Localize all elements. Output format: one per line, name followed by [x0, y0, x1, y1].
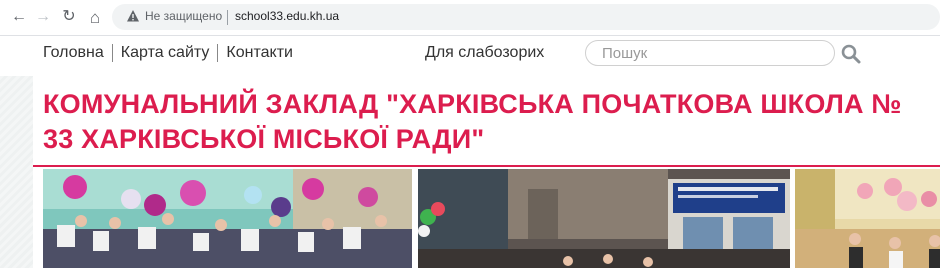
- security-status[interactable]: Не защищено: [145, 9, 222, 23]
- low-vision-link[interactable]: Для слабозорих: [425, 44, 544, 62]
- top-navigation: Головна Карта сайту Контакти: [43, 44, 301, 62]
- search-icon[interactable]: [840, 43, 862, 65]
- url-text[interactable]: school33.edu.kh.ua: [235, 9, 339, 23]
- title-divider: [33, 165, 940, 167]
- reload-button[interactable]: ↻: [58, 6, 80, 28]
- home-icon: ⌂: [89, 7, 101, 27]
- nav-link-contacts[interactable]: Контакти: [217, 44, 301, 62]
- balloon-hall-photo[interactable]: [795, 169, 940, 268]
- back-button[interactable]: ←: [8, 6, 30, 28]
- site-header: Головна Карта сайту Контакти Для слабозо…: [0, 36, 940, 76]
- back-arrow-icon: ←: [11, 8, 27, 25]
- forward-button[interactable]: →: [32, 6, 54, 28]
- address-bar[interactable]: Не защищено school33.edu.kh.ua: [112, 4, 940, 30]
- site-title: КОМУНАЛЬНИЙ ЗАКЛАД "ХАРКІВСЬКА ПОЧАТКОВА…: [43, 89, 902, 154]
- url-separator: [227, 10, 228, 25]
- nav-link-sitemap[interactable]: Карта сайту: [111, 44, 218, 62]
- nav-link-home[interactable]: Головна: [43, 44, 112, 62]
- school-entrance-photo[interactable]: [418, 169, 790, 268]
- forward-arrow-icon: →: [35, 8, 51, 25]
- search-input[interactable]: [585, 40, 835, 66]
- home-button[interactable]: ⌂: [84, 6, 106, 28]
- warning-icon[interactable]: [126, 9, 140, 23]
- reload-icon: ↻: [62, 8, 76, 25]
- classroom-celebration-photo[interactable]: [43, 169, 412, 268]
- browser-toolbar: ← → ↻ ⌂ Не защищено school33.edu.kh.ua: [0, 0, 940, 36]
